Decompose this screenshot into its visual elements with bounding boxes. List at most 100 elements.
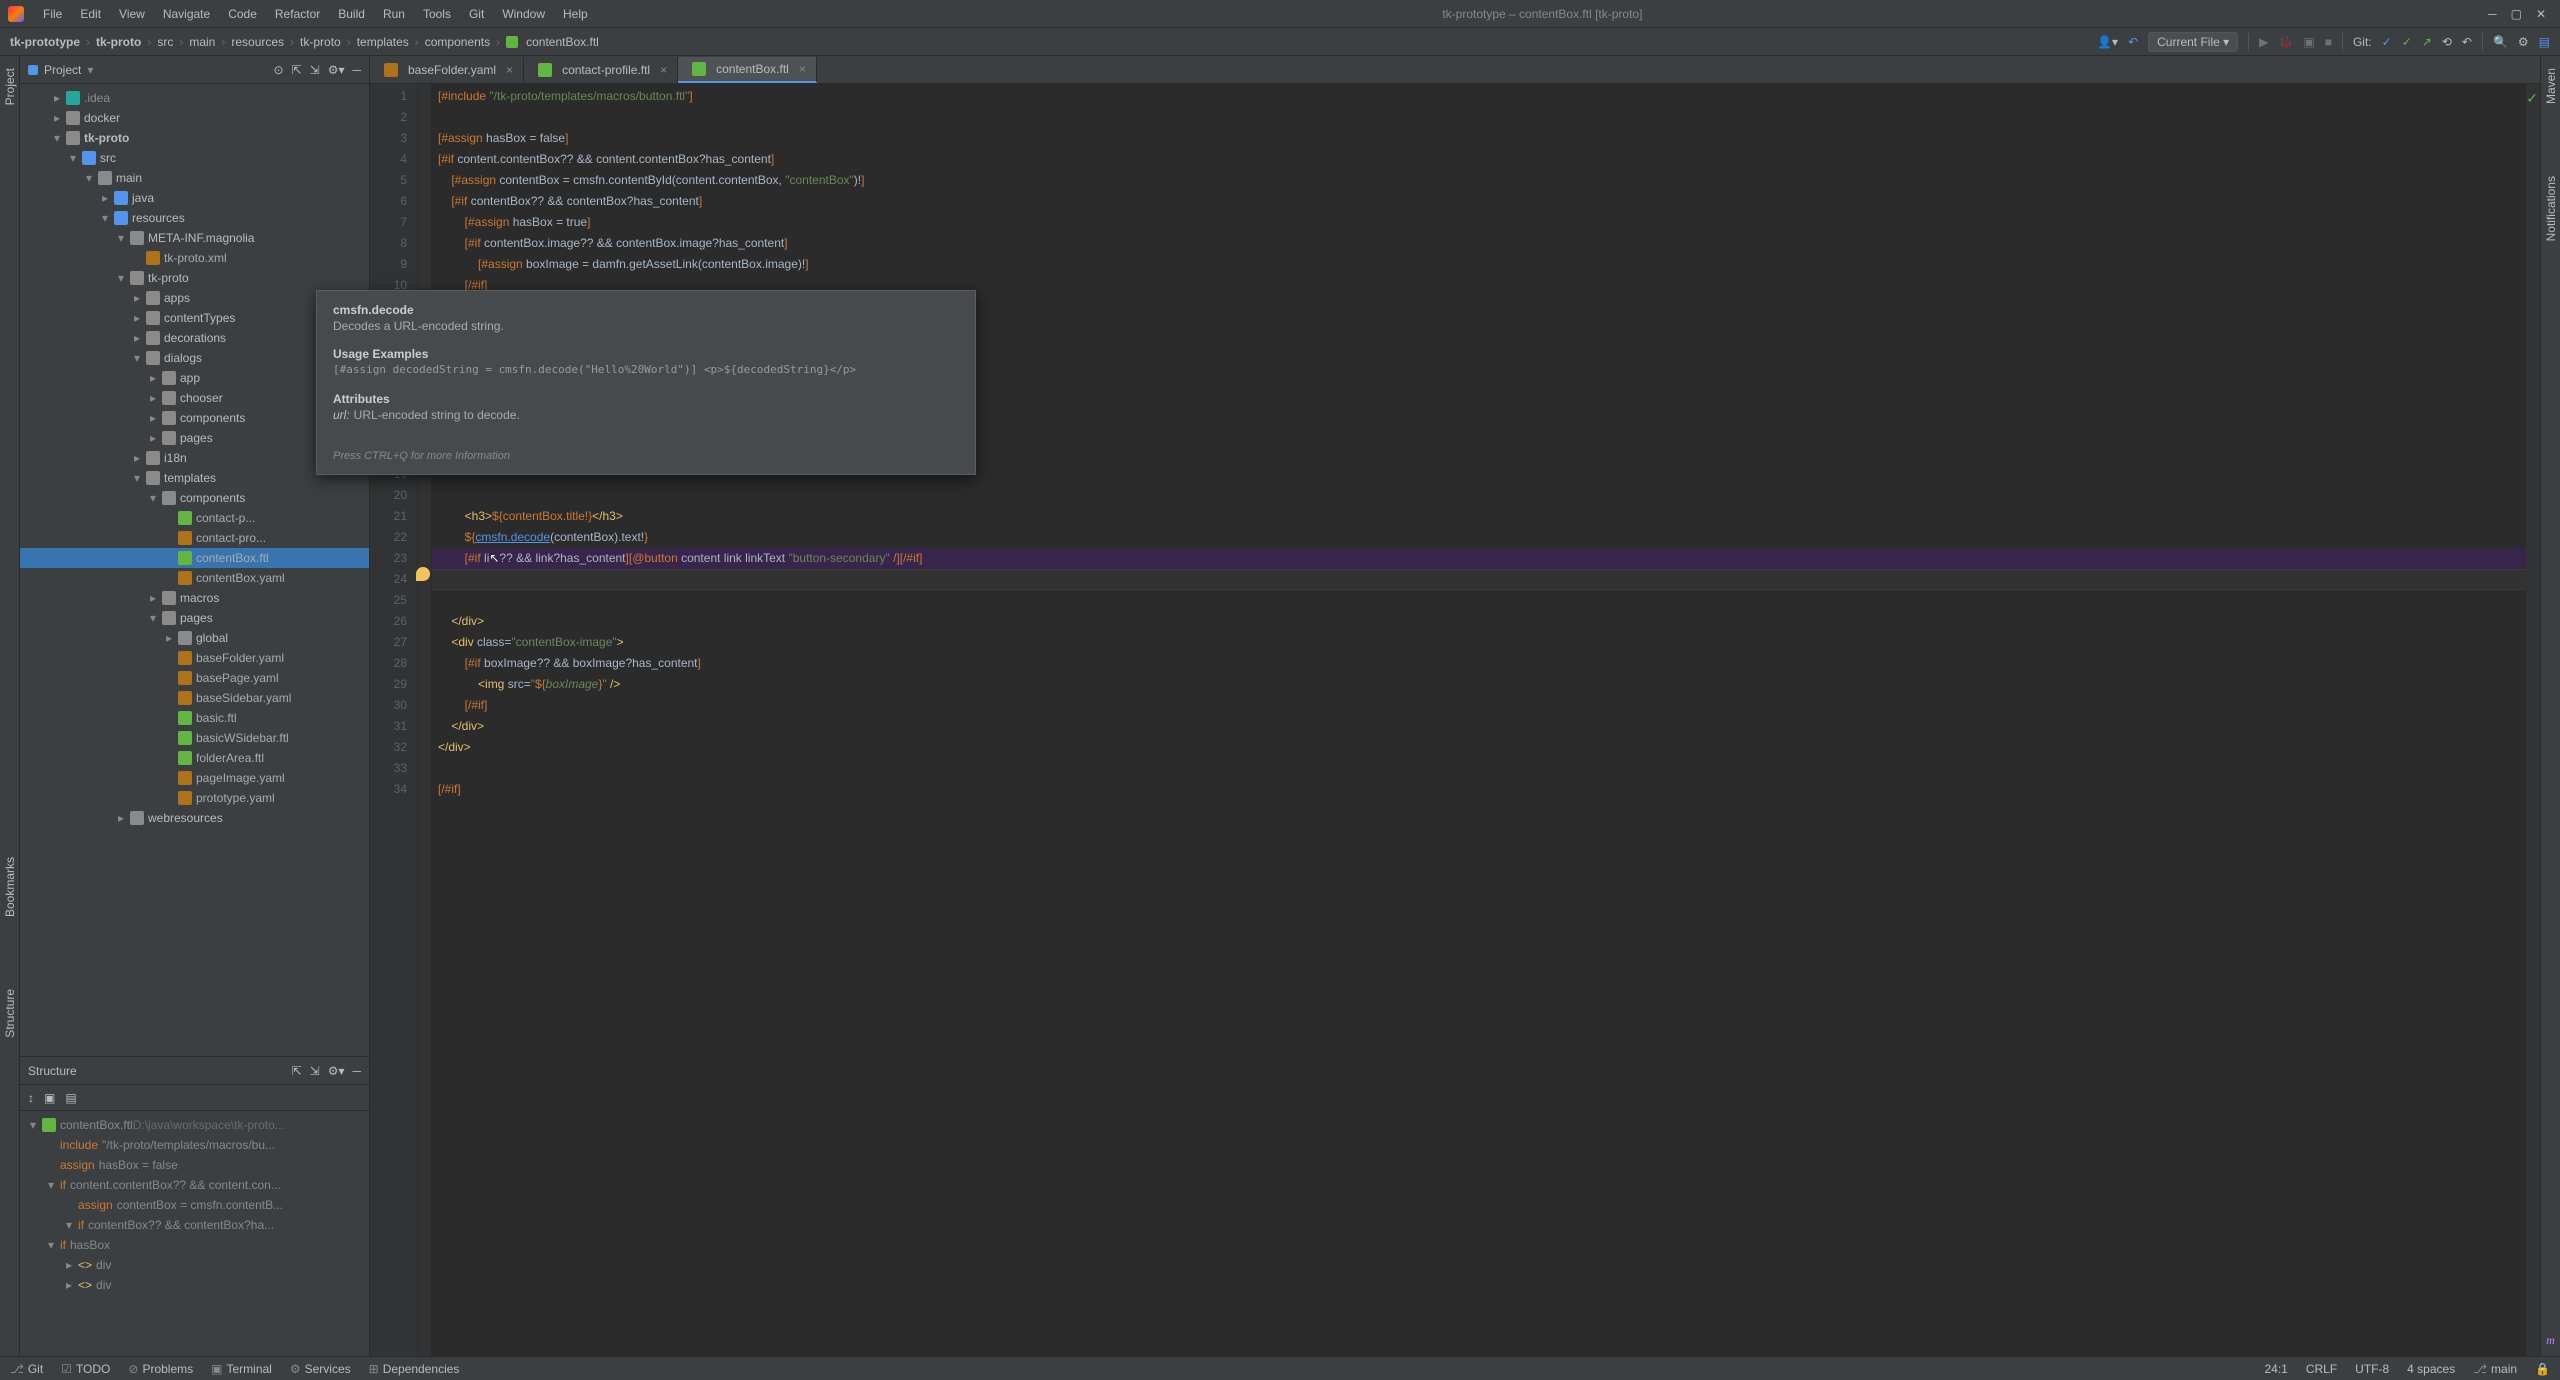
structure-item[interactable]: ▾contentBox.ftl D:\java\workspace\tk-pro…	[20, 1115, 369, 1135]
menu-file[interactable]: File	[34, 7, 71, 21]
intention-bulb-icon[interactable]	[416, 567, 430, 581]
tab-close-icon[interactable]: ×	[799, 62, 806, 76]
line-separator[interactable]: CRLF	[2306, 1362, 2337, 1376]
git-push-icon[interactable]: ↗	[2422, 35, 2432, 49]
tree-item[interactable]: baseFolder.yaml	[20, 648, 369, 668]
tree-item[interactable]: prototype.yaml	[20, 788, 369, 808]
tree-item[interactable]: contentBox.yaml	[20, 568, 369, 588]
tree-item[interactable]: contact-p...	[20, 508, 369, 528]
search-icon[interactable]: 🔍	[2493, 35, 2508, 49]
hide-icon[interactable]: ─	[352, 63, 361, 77]
structure-tree[interactable]: ▾contentBox.ftl D:\java\workspace\tk-pro…	[20, 1111, 369, 1356]
tree-item[interactable]: ▾main	[20, 168, 369, 188]
settings-icon[interactable]: ⚙	[2518, 35, 2529, 49]
structure-item[interactable]: ▾ifcontentBox?? && contentBox?ha...	[20, 1215, 369, 1235]
menu-refactor[interactable]: Refactor	[266, 7, 329, 21]
struct-hide-icon[interactable]: ─	[352, 1064, 361, 1078]
editor-tab[interactable]: baseFolder.yaml×	[370, 57, 524, 83]
notifications-tool-tab[interactable]: Notifications	[2542, 170, 2560, 247]
editor-tab[interactable]: contact-profile.ftl×	[524, 57, 678, 83]
menu-help[interactable]: Help	[554, 7, 597, 21]
expand-icon[interactable]: ⇱	[292, 1064, 302, 1078]
back-icon[interactable]: ↶	[2128, 35, 2138, 49]
status-dependencies[interactable]: ⊞ Dependencies	[369, 1362, 460, 1376]
tree-item[interactable]: baseSidebar.yaml	[20, 688, 369, 708]
sort-icon[interactable]: ↕	[28, 1091, 34, 1105]
structure-item[interactable]: ▸<>div	[20, 1255, 369, 1275]
status-problems[interactable]: ⊘ Problems	[128, 1362, 193, 1376]
menu-window[interactable]: Window	[493, 7, 554, 21]
stop-icon[interactable]: ■	[2325, 35, 2332, 49]
user-icon[interactable]: 👤▾	[2097, 35, 2118, 49]
tree-item[interactable]: ▾components	[20, 488, 369, 508]
structure-item[interactable]: ▾ifcontent.contentBox?? && content.con..…	[20, 1175, 369, 1195]
menu-run[interactable]: Run	[374, 7, 414, 21]
tree-item[interactable]: ▾src	[20, 148, 369, 168]
toolbox-icon[interactable]: ▤	[2539, 35, 2550, 49]
git-commit-icon[interactable]: ✓	[2402, 35, 2412, 49]
maximize-icon[interactable]: ▢	[2511, 7, 2522, 21]
crumb[interactable]: templates	[357, 35, 409, 49]
collapse-all-icon[interactable]: ⇲	[310, 63, 320, 77]
rollback-icon[interactable]: ↶	[2462, 35, 2472, 49]
tree-item[interactable]: ▸global	[20, 628, 369, 648]
status-terminal[interactable]: ▣ Terminal	[211, 1362, 272, 1376]
tree-item[interactable]: ▾resources	[20, 208, 369, 228]
crumb[interactable]: tk-proto	[300, 35, 341, 49]
status-todo[interactable]: ☑ TODO	[61, 1362, 110, 1376]
crumb[interactable]: components	[425, 35, 490, 49]
git-branch[interactable]: ⎇ main	[2473, 1362, 2517, 1376]
project-tree[interactable]: ▸.idea▸docker ▾tk-proto ▾src▾main▸java▾res…	[20, 84, 369, 1056]
structure-item[interactable]: assignhasBox = false	[20, 1155, 369, 1175]
tree-item[interactable]: folderArea.ftl	[20, 748, 369, 768]
indent-info[interactable]: 4 spaces	[2407, 1362, 2455, 1376]
tree-item[interactable]: ▸macros	[20, 588, 369, 608]
structure-tool-tab[interactable]: Structure	[1, 983, 19, 1044]
tree-item[interactable]: contact-pro...	[20, 528, 369, 548]
crumb[interactable]: src	[157, 35, 173, 49]
structure-item[interactable]: ▸<>div	[20, 1275, 369, 1295]
debug-icon[interactable]: 🐞	[2278, 35, 2293, 49]
structure-item[interactable]: ▾ifhasBox	[20, 1235, 369, 1255]
tree-item[interactable]: ▸java	[20, 188, 369, 208]
menu-build[interactable]: Build	[329, 7, 374, 21]
status-services[interactable]: ⚙ Services	[290, 1362, 351, 1376]
tree-item[interactable]: ▾tk-proto	[20, 268, 369, 288]
tree-item[interactable]: ▾pages	[20, 608, 369, 628]
tree-icon[interactable]: ▤	[65, 1091, 76, 1105]
crumb[interactable]: tk-prototype	[10, 35, 80, 49]
tree-item[interactable]: contentBox.ftl	[20, 548, 369, 568]
tree-item[interactable]: basicWSidebar.ftl	[20, 728, 369, 748]
struct-settings-icon[interactable]: ⚙▾	[328, 1064, 345, 1078]
crumb[interactable]: tk-proto	[96, 35, 141, 49]
crumb[interactable]: main	[189, 35, 215, 49]
editor[interactable]: 1234567891011121314151617181920212223242…	[370, 84, 2540, 1356]
menu-navigate[interactable]: Navigate	[154, 7, 219, 21]
tree-item[interactable]: ▸webresources	[20, 808, 369, 828]
run-icon[interactable]: ▶	[2259, 35, 2268, 49]
menu-code[interactable]: Code	[219, 7, 266, 21]
tree-item[interactable]: basic.ftl	[20, 708, 369, 728]
menu-view[interactable]: View	[110, 7, 154, 21]
tree-item[interactable]: ▸docker	[20, 108, 369, 128]
close-icon[interactable]: ✕	[2536, 7, 2546, 21]
project-tool-tab[interactable]: Project	[1, 62, 19, 111]
tree-item[interactable]: ▸.idea	[20, 88, 369, 108]
filter-icon[interactable]: ▣	[44, 1091, 55, 1105]
menu-git[interactable]: Git	[460, 7, 493, 21]
minimize-icon[interactable]: ─	[2488, 7, 2497, 21]
structure-item[interactable]: include"/tk-proto/templates/macros/bu...	[20, 1135, 369, 1155]
crumb[interactable]: contentBox.ftl	[526, 35, 599, 49]
tab-close-icon[interactable]: ×	[660, 63, 667, 77]
tree-item[interactable]: basePage.yaml	[20, 668, 369, 688]
locate-icon[interactable]: ⊙	[274, 63, 284, 77]
structure-item[interactable]: assigncontentBox = cmsfn.contentB...	[20, 1195, 369, 1215]
collapse-icon[interactable]: ⇲	[310, 1064, 320, 1078]
m-logo-icon[interactable]: m	[2546, 1333, 2555, 1348]
project-view-dropdown[interactable]: ▾	[87, 63, 93, 77]
expand-all-icon[interactable]: ⇱	[292, 63, 302, 77]
tree-item[interactable]: ▾META-INF.magnolia	[20, 228, 369, 248]
menu-edit[interactable]: Edit	[71, 7, 110, 21]
tab-close-icon[interactable]: ×	[506, 63, 513, 77]
status-git[interactable]: ⎇ Git	[10, 1362, 43, 1376]
